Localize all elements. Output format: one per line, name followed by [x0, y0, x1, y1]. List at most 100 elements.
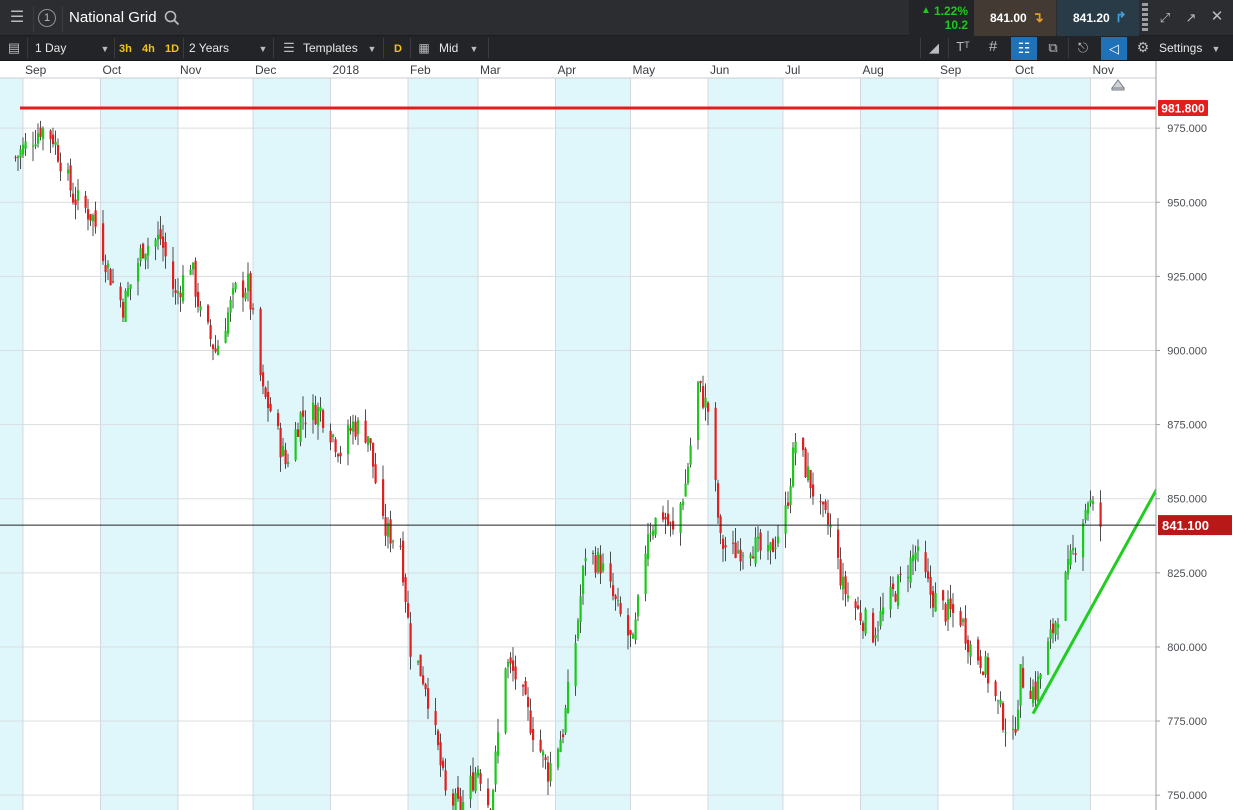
candle-body — [579, 596, 582, 622]
candle-body — [827, 512, 830, 525]
candle-body — [479, 773, 482, 784]
candle-body — [444, 770, 447, 791]
y-axis-panel — [1156, 61, 1233, 810]
candle-body — [1057, 624, 1060, 628]
price-type-select[interactable]: Mid — [439, 40, 458, 56]
candle-body — [1014, 729, 1017, 733]
close-icon[interactable]: ✕ — [1208, 9, 1226, 24]
candle-body — [949, 598, 952, 610]
draw-line-icon[interactable]: ◢ — [925, 41, 943, 55]
templates-icon[interactable]: ☰ — [281, 41, 297, 55]
candle-body — [874, 635, 877, 639]
candle-body — [1099, 502, 1102, 527]
popout-icon[interactable]: ↗ — [1182, 11, 1200, 25]
candle-body — [912, 554, 915, 562]
depth-bars-icon[interactable] — [1142, 3, 1148, 33]
down-arrow-icon: ↴ — [1032, 9, 1044, 25]
candle-body — [334, 439, 337, 453]
candle-body — [962, 619, 965, 622]
candle-body — [349, 427, 352, 431]
candle-body — [339, 452, 342, 457]
candle-body — [209, 325, 212, 340]
candle-body — [844, 576, 847, 595]
chevron-down-icon[interactable]: ▼ — [367, 42, 377, 56]
candle-body — [1047, 641, 1050, 675]
candles-type-icon[interactable]: ▦ — [416, 41, 432, 55]
candle-body — [179, 292, 182, 298]
buy-button[interactable]: 841.20 ↱ — [1057, 0, 1139, 36]
sell-button[interactable]: 841.00 ↴ — [974, 0, 1056, 36]
candle-body — [977, 639, 980, 661]
candle-body — [182, 275, 185, 302]
svg-text:981.800: 981.800 — [1161, 102, 1205, 116]
chevron-down-icon[interactable]: ▼ — [1211, 42, 1221, 56]
instrument-name[interactable]: National Grid — [69, 10, 157, 26]
settings-menu[interactable]: Settings — [1159, 40, 1202, 56]
candle-body — [297, 429, 300, 437]
candle-body — [897, 575, 900, 606]
alert-bell-icon[interactable] — [1111, 79, 1125, 91]
x-tick-label: Apr — [558, 63, 577, 77]
gear-icon[interactable]: ⚙ — [1135, 40, 1151, 54]
interval-4h-button[interactable]: 4h — [142, 41, 155, 57]
candle-body — [77, 190, 80, 201]
candle-body — [122, 301, 125, 318]
grid-icon[interactable]: # — [984, 39, 1002, 54]
candle-body — [512, 660, 515, 671]
candle-body — [452, 793, 455, 806]
search-icon[interactable] — [164, 10, 180, 26]
chevron-down-icon[interactable]: ▼ — [258, 42, 268, 56]
collapse-icon[interactable]: ⤢ — [1156, 11, 1174, 25]
candle-body — [772, 539, 775, 553]
up-arrow-icon: ↱ — [1115, 9, 1127, 25]
candle-body — [504, 668, 507, 733]
candle-body — [1067, 558, 1070, 575]
candle-body — [879, 611, 882, 626]
candle-body — [1037, 676, 1040, 703]
candle-body — [647, 534, 650, 560]
range-select[interactable]: 2 Years — [189, 40, 229, 56]
text-size-icon[interactable]: Tᵀ — [953, 40, 973, 54]
price-chart[interactable]: Sep Oct Nov Dec 2018 Feb Mar Apr May Jun Jul Aug Sep… — [0, 61, 1233, 810]
interval-1d-button[interactable]: 1D — [165, 41, 179, 57]
candle-body — [617, 600, 620, 602]
candle-body — [527, 696, 530, 708]
candle-body — [714, 407, 717, 480]
list-icon[interactable]: ▤ — [6, 41, 22, 55]
info-icon[interactable]: 1 — [38, 9, 56, 27]
indicator-icon[interactable]: ⎋ — [1074, 41, 1092, 55]
candle-body — [442, 760, 445, 768]
candle-body — [92, 214, 95, 222]
candle-body — [364, 420, 367, 443]
candle-body — [907, 576, 910, 579]
candle-body — [89, 214, 92, 221]
candle-body — [899, 573, 902, 575]
chevron-down-icon[interactable]: ▼ — [469, 42, 479, 56]
candle-body — [147, 245, 150, 256]
layers-icon[interactable]: ⧉ — [1044, 41, 1062, 55]
hamburger-menu-icon[interactable]: ☰ — [8, 10, 26, 26]
candle-body — [157, 234, 160, 240]
candle-body — [602, 563, 605, 571]
candle-body — [277, 412, 280, 427]
interval-select[interactable]: 1 Day — [35, 40, 66, 56]
candle-body — [142, 243, 145, 259]
interval-3h-button[interactable]: 3h — [119, 41, 132, 57]
crosshair-button[interactable]: ☷ — [1011, 37, 1037, 60]
candle-body — [629, 630, 632, 635]
candle-body — [282, 445, 285, 456]
tag-button[interactable]: ◁ — [1101, 37, 1127, 60]
chevron-down-icon[interactable]: ▼ — [100, 42, 110, 56]
candle-body — [14, 157, 17, 159]
x-tick-label: Jul — [785, 63, 800, 77]
candle-body — [837, 529, 840, 558]
candle-body — [857, 605, 860, 609]
candle-body — [947, 599, 950, 620]
candle-body — [119, 286, 122, 301]
templates-menu[interactable]: Templates — [303, 40, 358, 56]
candle-body — [1092, 501, 1095, 505]
candle-body — [594, 555, 597, 573]
d-badge[interactable]: D — [394, 41, 402, 57]
candle-body — [389, 519, 392, 544]
candle-body — [137, 262, 140, 282]
